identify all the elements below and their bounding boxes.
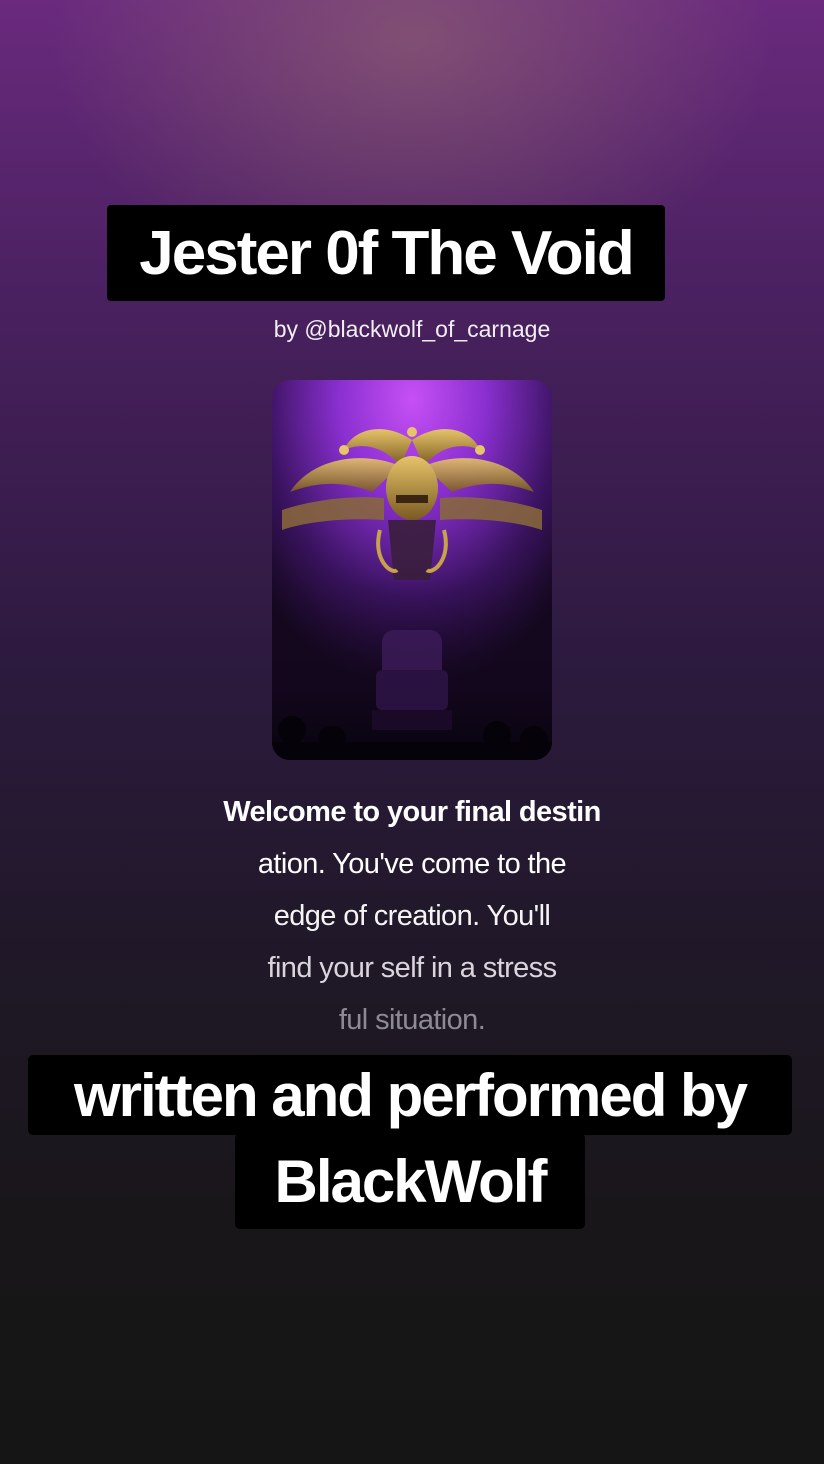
caption-line-1: written and performed by [73,1061,748,1129]
lyric-line: ation. You've come to the [257,848,567,880]
jester-artwork [272,380,552,760]
lyric-line: find your self in a stress [267,952,557,984]
cover-art[interactable] [272,380,552,760]
song-title-box: Jester 0f The Void [107,205,665,301]
song-author[interactable]: by @blackwolf_of_carnage [0,316,824,343]
lyrics-panel: Welcome to your final destin ation. You'… [0,786,824,1046]
lyric-line: edge of creation. You'll [273,900,551,932]
song-title: Jester 0f The Void [139,218,634,288]
caption-line-2: BlackWolf [274,1147,548,1215]
lyrics-screen: Jester 0f The Void by @blackwolf_of_carn… [0,0,824,1464]
lyric-line-current: Welcome to your final destin [223,796,601,828]
caption-box-line-2: BlackWolf [235,1133,585,1229]
caption-box-line-1: written and performed by [28,1055,792,1135]
lyric-line: ful situation. [338,1004,486,1036]
